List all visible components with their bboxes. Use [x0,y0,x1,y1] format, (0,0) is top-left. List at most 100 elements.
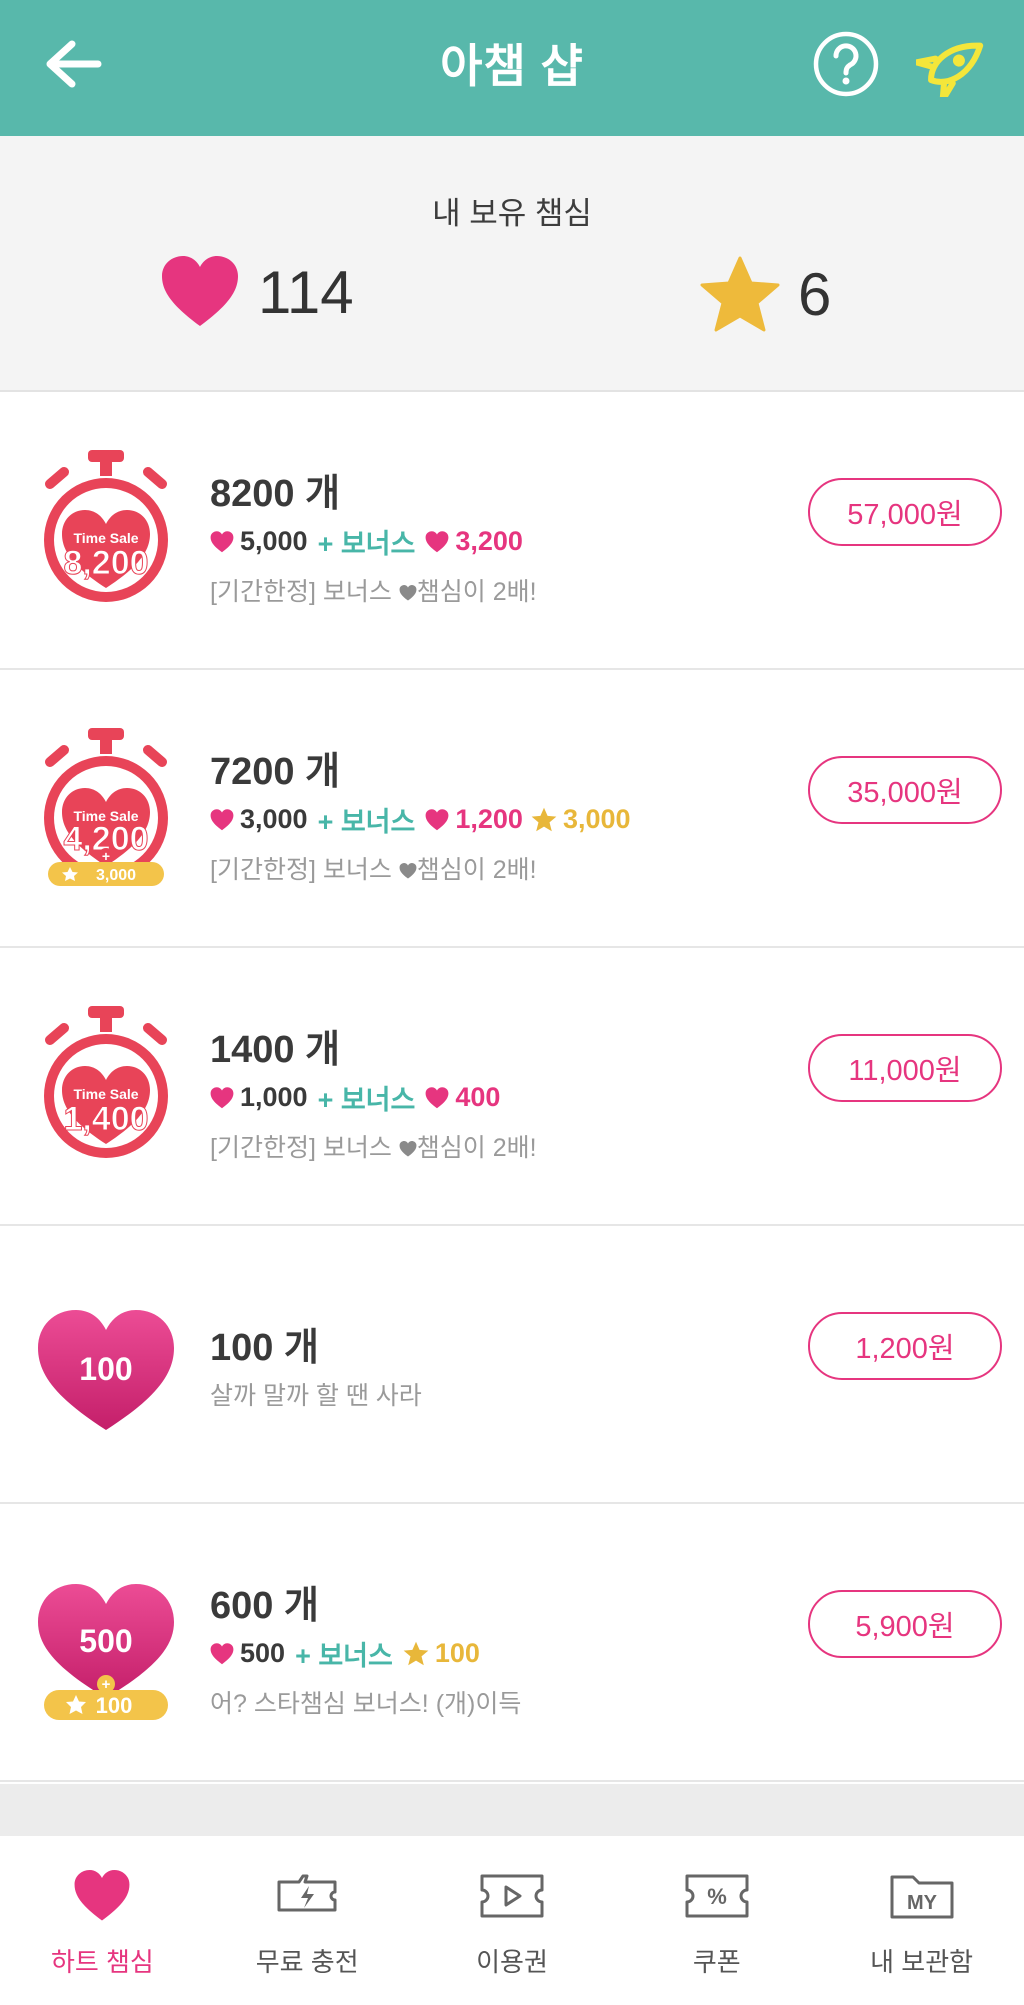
rocket-icon [916,42,984,97]
base-amount: 5,000 [240,526,308,556]
heart-icon [210,530,234,552]
heart-pack-icon: 100 [34,1282,178,1442]
list-footer-spacer [0,1784,1024,1836]
bottom-navigation: 하트 챔심 무료 충전 이용권 % 쿠폰 MY 내 보관함 [0,1836,1024,2005]
product-breakdown: 500 + 보너스 100 [210,1634,480,1673]
tab-ticket[interactable]: 이용권 [410,1836,615,2005]
tab-label: 무료 충전 [255,1947,359,1977]
product-item[interactable]: 100 100 개 살까 말까 할 땐 사라 1,200원 [0,1226,1024,1504]
product-item[interactable]: 500 + 100 600 개 500 + 보너스 100 어? 스타챔심 보너… [0,1504,1024,1782]
price-button[interactable]: 11,000원 [808,1034,1002,1102]
tab-coupon[interactable]: % 쿠폰 [614,1836,819,2005]
product-description: 살까 말까 할 땐 사라 [210,1382,422,1410]
icon-star-bonus: 3,000 [96,867,136,884]
heart-icon [399,1141,417,1157]
product-item[interactable]: Time Sale 4,200 + 3,000 7200 개 3,000 + 보… [0,670,1024,948]
bonus-star-amount: 100 [434,1638,480,1668]
svg-text:%: % [707,1884,727,1909]
coupon-icon: % [682,1866,752,1926]
product-title: 7200 개 [210,751,341,793]
free-charge-icon [272,1866,342,1926]
star-icon [700,256,780,332]
product-breakdown: 3,000 + 보너스 1,200 3,000 [210,800,631,839]
heart-icon [210,808,234,830]
product-title: 1400 개 [210,1029,341,1071]
price-button[interactable]: 1,200원 [808,1312,1002,1380]
product-title: 600 개 [210,1585,319,1627]
balance-label: 내 보유 챔심 [432,196,592,231]
my-storage-icon: MY [887,1866,957,1926]
product-item[interactable]: Time Sale 1,400 1400 개 1,000 + 보너스 400 [… [0,948,1024,1226]
product-description: 어? 스타챔심 보너스! (개)이득 [210,1690,522,1718]
product-item[interactable]: Time Sale 8,200 8200 개 5,000 + 보너스 3,200… [0,392,1024,670]
star-icon [531,807,557,832]
base-amount: 500 [240,1638,286,1668]
bonus-heart-amount: 400 [455,1082,501,1112]
my-storage-icon-text: MY [907,1892,938,1914]
heart-icon [425,1086,449,1108]
tab-heart-champ[interactable]: 하트 챔심 [0,1836,205,2005]
bonus-star-amount: 3,000 [562,804,631,834]
icon-amount: 100 [79,1351,132,1387]
heart-icon [399,585,417,601]
icon-amount: 1,400 [63,1100,148,1138]
heart-icon [425,808,449,830]
tab-my-storage[interactable]: MY 내 보관함 [819,1836,1024,2005]
desc-prefix: [기간한정] 보너스 [210,856,392,884]
bonus-label: + 보너스 [295,1641,393,1671]
boost-button[interactable] [914,24,994,104]
star-count: 6 [798,260,832,328]
ticket-icon [477,1866,547,1926]
bonus-label: + 보너스 [317,529,416,559]
base-amount: 3,000 [240,804,308,834]
heart-pack-icon: 500 + 100 [34,1560,178,1720]
price-button[interactable]: 5,900원 [808,1590,1002,1658]
tab-label: 하트 챔심 [50,1947,154,1977]
help-button[interactable] [810,28,882,100]
base-amount: 1,000 [240,1082,308,1112]
bonus-heart-amount: 1,200 [455,804,523,834]
heart-icon [162,256,238,326]
price-button[interactable]: 57,000원 [808,478,1002,546]
time-sale-icon: Time Sale 8,200 [34,448,178,608]
heart-balance: 114 [160,256,354,328]
tab-label: 이용권 [476,1947,548,1977]
help-icon [813,31,879,97]
price-button[interactable]: 35,000원 [808,756,1002,824]
desc-suffix: 챔심이 2배! [416,856,537,884]
product-breakdown: 5,000 + 보너스 3,200 [210,522,523,561]
heart-icon [210,1086,234,1108]
star-balance: 6 [700,256,831,332]
product-title: 100 개 [210,1327,319,1369]
desc-suffix: 챔심이 2배! [416,1134,537,1162]
balance-panel: 내 보유 챔심 114 6 [0,136,1024,392]
icon-plus: + [102,848,110,864]
desc-prefix: [기간한정] 보너스 [210,1134,392,1162]
heart-icon [67,1866,137,1926]
heart-icon [425,530,449,552]
product-title: 8200 개 [210,473,341,515]
star-icon [403,1641,429,1666]
product-description: [기간한정] 보너스 챔심이 2배! [210,850,537,886]
bonus-label: + 보너스 [317,807,416,837]
bonus-label: + 보너스 [317,1085,416,1115]
heart-icon [399,863,417,879]
top-bar: 아챔 샵 [0,0,1024,136]
heart-icon [210,1642,234,1664]
tab-label: 쿠폰 [692,1947,741,1977]
product-description: [기간한정] 보너스 챔심이 2배! [210,572,537,608]
bonus-heart-amount: 3,200 [455,526,523,556]
desc-suffix: 챔심이 2배! [416,578,537,606]
product-list: Time Sale 8,200 8200 개 5,000 + 보너스 3,200… [0,392,1024,1782]
time-sale-icon: Time Sale 1,400 [34,1004,178,1164]
product-breakdown: 1,000 + 보너스 400 [210,1078,500,1117]
product-description: [기간한정] 보너스 챔심이 2배! [210,1128,537,1164]
icon-amount: 500 [79,1623,132,1659]
tab-free-charge[interactable]: 무료 충전 [205,1836,410,2005]
heart-count: 114 [258,258,354,326]
icon-star-bonus: 100 [96,1693,133,1718]
tab-label: 내 보관함 [870,1947,974,1977]
desc-prefix: [기간한정] 보너스 [210,578,392,606]
time-sale-icon: Time Sale 4,200 + 3,000 [34,726,178,886]
icon-amount: 8,200 [63,544,148,582]
